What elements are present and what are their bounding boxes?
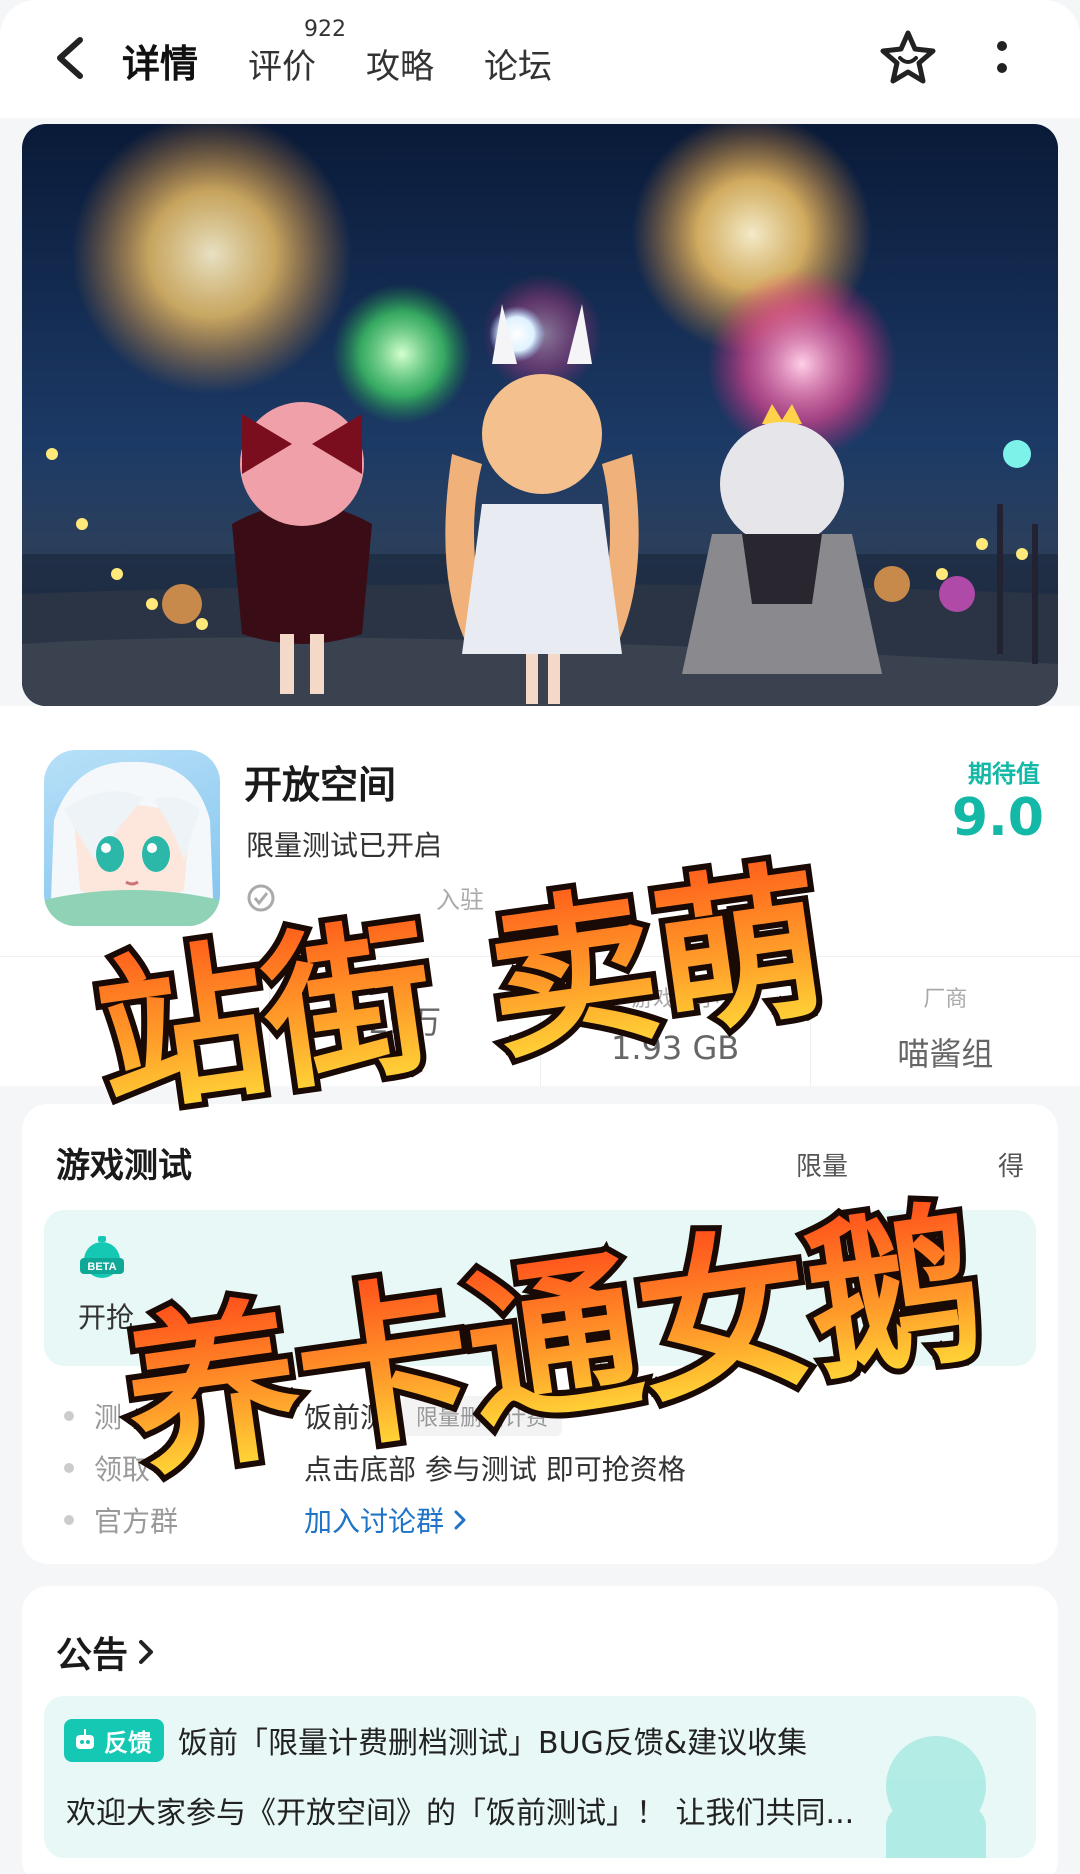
stat-value: 1.93 GB: [611, 1029, 740, 1067]
detail-key: 官方群: [94, 1505, 179, 1538]
announcement-title-link[interactable]: 公告: [56, 1626, 158, 1678]
feedback-badge-label: 反馈: [104, 1728, 152, 1757]
robot-icon: [76, 1729, 94, 1749]
stat-item-size: 游戏大小 1.93 GB: [541, 957, 811, 1086]
bullet-dot: [64, 1515, 74, 1525]
chevron-right-icon: [454, 1510, 466, 1530]
stat-item-developer[interactable]: 厂商 喵酱组: [811, 957, 1080, 1086]
feedback-badge: 反馈: [64, 1718, 164, 1762]
announcement-item[interactable]: 反馈 饭前「限量计费删档测试」BUG反馈&建议收集 欢迎大家参与《开放空间》的「…: [44, 1696, 1036, 1858]
app-icon-illustration: [44, 761, 220, 926]
join-group-link[interactable]: 加入讨论群: [304, 1500, 470, 1540]
bullet-dot: [64, 1463, 74, 1473]
beta-badge-text: BETA: [87, 1261, 116, 1273]
game-banner-image[interactable]: [22, 124, 1058, 706]
check-circle-icon: [247, 884, 275, 911]
right-text-head: 限量: [795, 1152, 848, 1182]
beta-label: 开抢: [78, 1301, 135, 1334]
app-icon[interactable]: [44, 750, 220, 926]
game-test-title: 游戏测试: [56, 1146, 192, 1186]
right-text-tail: 得: [997, 1152, 1024, 1182]
announcement-body: 欢迎大家参与《开放空间》的「饭前测试」！ 让我们共同...: [66, 1796, 855, 1831]
detail-value: 饭前测: [304, 1401, 389, 1434]
test-type-tag: 限量删档计费: [402, 1396, 563, 1436]
announcement-headline: 饭前「限量计费删档测试」BUG反馈&建议收集: [178, 1726, 808, 1761]
test-detail-list: 测 饭前测 限量删档计费 领取 点击底部 参与测试 即可抢资格 官方群 加入讨论…: [58, 1390, 1018, 1546]
game-test-right-text: 限量 得: [796, 1146, 1024, 1183]
expectation-label: 期待值: [968, 760, 1040, 788]
banner-illustration: [22, 124, 1058, 706]
app-info-section: 开放空间 限量测试已开启 入驻 期待值 9.0: [0, 706, 1080, 956]
favorite-star-icon[interactable]: [878, 28, 938, 88]
join-group-label: 加入讨论群: [304, 1505, 445, 1538]
tab-bar: 详情 评价 922 攻略 论坛: [117, 17, 602, 90]
bullet-dot: [64, 1411, 74, 1421]
tab-details[interactable]: 详情: [117, 33, 203, 90]
detail-row-test-type: 测 饭前测 限量删档计费: [58, 1390, 1018, 1442]
watermark-robot-icon: [886, 1736, 986, 1858]
review-count-badge: 922: [304, 17, 347, 42]
detail-value: 点击底部 参与测试 即可抢资格: [304, 1453, 686, 1486]
game-test-card: 游戏测试 限量 得 BETA 开抢 小时 测 饭前测 限量删档计费 领取 点击底部…: [22, 1104, 1058, 1564]
more-options-icon[interactable]: [990, 38, 1014, 78]
announcement-title: 公告: [56, 1635, 129, 1676]
stat-item-followers: 29万: [270, 957, 541, 1086]
tab-reviews[interactable]: 评价 922: [248, 17, 346, 88]
beta-test-box[interactable]: BETA 开抢 小时: [44, 1210, 1036, 1366]
back-arrow-icon[interactable]: [52, 36, 92, 80]
announcement-headline-row: 反馈 饭前「限量计费删档测试」BUG反馈&建议收集: [64, 1718, 807, 1762]
detail-key: 领取: [94, 1453, 151, 1486]
stat-label: 游戏大小: [631, 987, 720, 1012]
stat-label: 厂商: [923, 987, 968, 1012]
verified-row: 入驻: [246, 880, 484, 915]
tab-forum-label: 论坛: [484, 47, 553, 87]
tab-reviews-label: 评价: [248, 47, 317, 87]
tab-forum[interactable]: 论坛: [484, 39, 552, 88]
chevron-right-icon: [139, 1640, 154, 1664]
tab-guides-label: 攻略: [366, 47, 435, 87]
stats-row: 29万 游戏大小 1.93 GB 厂商 喵酱组: [0, 956, 1080, 1086]
stat-item-rating: [0, 957, 271, 1086]
beta-countdown-partial: 小时: [564, 1306, 609, 1331]
detail-row-official-group: 官方群 加入讨论群: [58, 1494, 1018, 1546]
app-name: 开放空间: [244, 763, 397, 807]
expectation-score: 9.0: [951, 788, 1044, 848]
tab-guides[interactable]: 攻略: [366, 39, 434, 88]
announcement-card: 公告 反馈 饭前「限量计费删档测试」BUG反馈&建议收集 欢迎大家参与《开放空间…: [22, 1586, 1058, 1874]
verified-text: 入驻: [436, 886, 484, 914]
detail-key: 测: [94, 1401, 123, 1434]
tab-details-label: 详情: [122, 42, 199, 86]
beta-stopwatch-icon: BETA: [80, 1236, 124, 1278]
detail-row-claim: 领取 点击底部 参与测试 即可抢资格: [58, 1442, 1018, 1494]
app-status-text: 限量测试已开启: [246, 829, 443, 862]
stat-value: 喵酱组: [897, 1035, 994, 1073]
stat-value: 29万: [368, 1003, 442, 1041]
top-navigation-bar: 详情 评价 922 攻略 论坛: [0, 0, 1080, 118]
